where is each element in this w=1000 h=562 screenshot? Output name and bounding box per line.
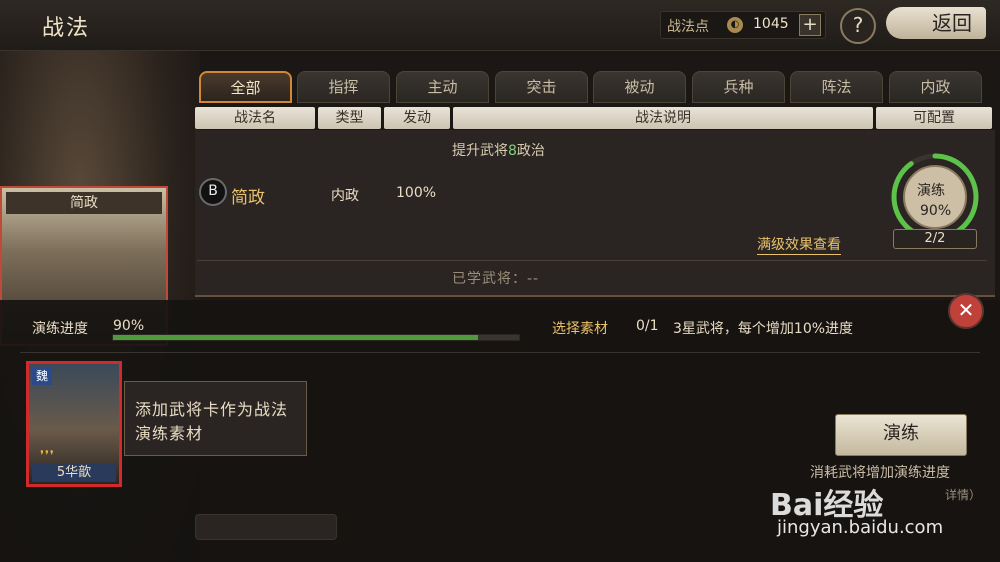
coin-icon: ◐: [727, 17, 743, 33]
practice-progress-percent: 90%: [113, 318, 145, 334]
tab-formation[interactable]: 阵法: [790, 71, 883, 103]
practice-progress-fill: [113, 335, 479, 340]
column-header-type[interactable]: 类型: [318, 107, 381, 129]
tab-domestic[interactable]: 内政: [889, 71, 982, 103]
tab-passive[interactable]: 被动: [593, 71, 686, 103]
skill-name[interactable]: 简政: [231, 183, 265, 208]
tab-assault[interactable]: 突击: [495, 71, 588, 103]
close-button[interactable]: ✕: [948, 293, 984, 329]
material-rule: 3星武将，每个增加10%进度: [673, 321, 854, 337]
tab-active[interactable]: 主动: [396, 71, 489, 103]
column-header-name[interactable]: 战法名: [195, 107, 315, 129]
column-header-trigger[interactable]: 发动: [384, 107, 450, 129]
practice-ring-percent: 90%: [920, 203, 952, 219]
skill-description: 提升武将8政治: [452, 140, 545, 160]
panel-divider: [197, 260, 987, 261]
practice-button[interactable]: 演练: [835, 414, 967, 456]
column-header-configurable[interactable]: 可配置: [876, 107, 992, 129]
skill-trigger-rate: 100%: [396, 185, 437, 201]
skill-points-box: 战法点 ◐ 1045 +: [660, 11, 826, 39]
material-divider: [20, 352, 980, 353]
hero-card[interactable]: 魏 ❜❜❜ 5华歆: [26, 361, 122, 487]
skill-card-title: 简政: [6, 192, 162, 214]
back-button[interactable]: 返回: [886, 7, 986, 39]
material-count: 0/1: [636, 318, 659, 334]
practice-ring-label: 演练: [917, 183, 945, 199]
help-button[interactable]: ?: [840, 8, 876, 44]
hero-stars: ❜❜❜: [40, 448, 55, 462]
practice-progress-label: 演练进度: [32, 321, 88, 337]
tab-command[interactable]: 指挥: [297, 71, 390, 103]
learned-generals: 已学武将：--: [452, 271, 540, 287]
watermark-url: jingyan.baidu.com: [777, 517, 944, 538]
add-material-tooltip: 添加武将卡作为战法演练素材: [124, 381, 307, 456]
grade-badge: B: [199, 178, 227, 206]
close-icon: ✕: [957, 298, 975, 322]
dimmed-button: [195, 514, 337, 540]
select-material-label[interactable]: 选择素材: [552, 318, 608, 338]
page-title: 战法: [42, 16, 91, 41]
details-hint[interactable]: 详情）: [945, 486, 981, 503]
skill-description-suffix: 政治: [516, 143, 545, 159]
skill-detail-panel: [195, 130, 995, 297]
top-bar: 战法 战法点 ◐ 1045 + ? 返回: [0, 0, 1000, 51]
tab-all[interactable]: 全部: [199, 71, 292, 103]
skill-points-label: 战法点: [667, 19, 709, 35]
column-header-description: 战法说明: [453, 107, 873, 129]
faction-tag: 魏: [32, 367, 52, 385]
skill-points-value: 1045: [753, 16, 789, 32]
tab-troop[interactable]: 兵种: [692, 71, 785, 103]
consume-hint: 消耗武将增加演练进度: [810, 465, 950, 481]
skill-description-prefix: 提升武将: [452, 143, 508, 159]
add-points-button[interactable]: +: [799, 14, 821, 36]
skill-type: 内政: [331, 188, 359, 204]
hero-name: 5华歆: [32, 464, 116, 482]
practice-progress-bar: [112, 334, 520, 341]
practice-count: 2/2: [893, 229, 977, 249]
skill-description-number: 8: [508, 143, 517, 159]
full-effect-link[interactable]: 满级效果查看: [757, 234, 841, 255]
